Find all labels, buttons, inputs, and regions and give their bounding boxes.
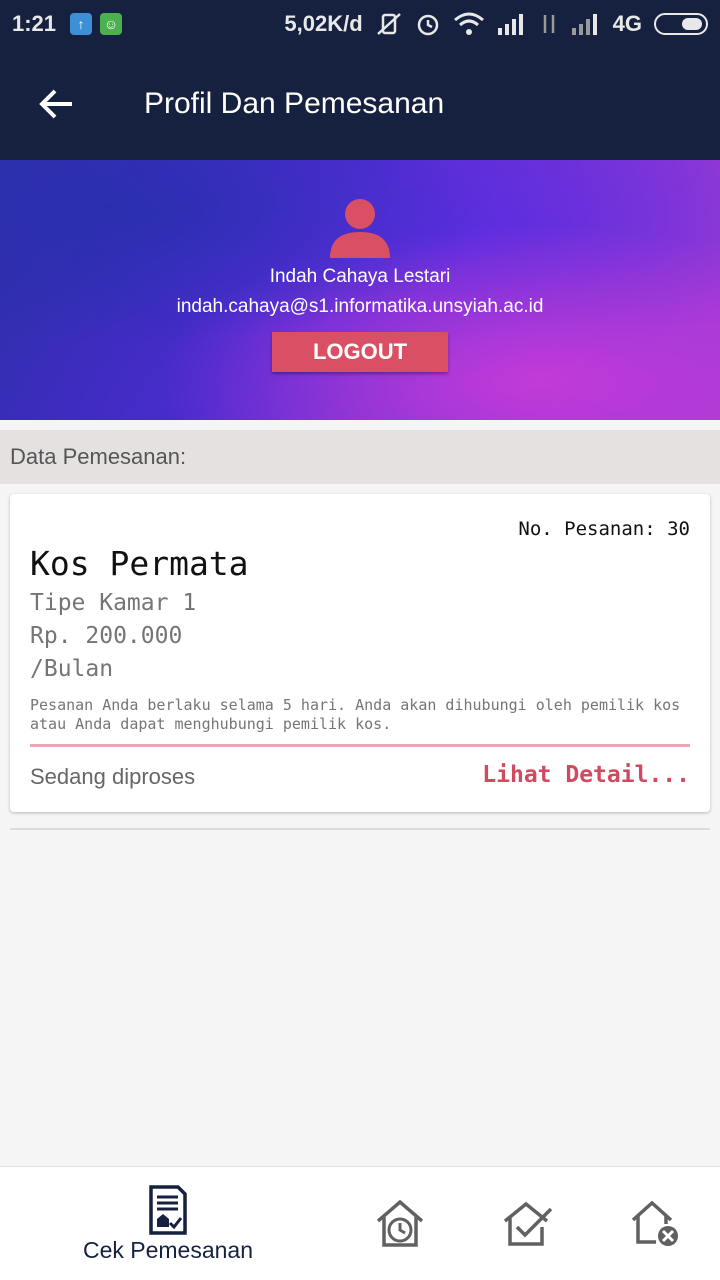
android-notification-icon: ☺ bbox=[100, 13, 123, 35]
room-type: Tipe Kamar 1 bbox=[30, 590, 197, 616]
page-title: Profil Dan Pemesanan bbox=[144, 87, 445, 120]
signal-icon bbox=[497, 14, 523, 35]
status-bar: 1:21 ↑ ☺ 5,02K/d 4G bbox=[0, 0, 720, 48]
alarm-icon bbox=[417, 14, 438, 36]
battery-icon bbox=[654, 13, 708, 35]
nav-item-cancelled[interactable] bbox=[616, 1167, 696, 1280]
house-cancel-icon bbox=[631, 1200, 678, 1246]
data-arrows-icon bbox=[543, 15, 554, 33]
app-bar: Profil Dan Pemesanan bbox=[0, 48, 720, 160]
card-divider bbox=[30, 744, 690, 747]
order-status: Sedang diproses bbox=[30, 764, 196, 789]
list-divider bbox=[10, 828, 710, 830]
order-note: Pesanan Anda berlaku selama 5 hari. Anda… bbox=[30, 696, 681, 733]
arrow-left-icon bbox=[39, 89, 72, 119]
bottom-navigation: Cek Pemesanan bbox=[0, 1166, 720, 1280]
network-speed: 5,02K/d bbox=[284, 11, 363, 36]
nav-label: Cek Pemesanan bbox=[82, 1236, 254, 1263]
section-title: Data Pemesanan: bbox=[0, 430, 720, 484]
house-check-icon bbox=[503, 1201, 553, 1246]
order-card[interactable]: No. Pesanan: 30 Kos Permata Tipe Kamar 1… bbox=[10, 494, 710, 812]
user-name: Indah Cahaya Lestari bbox=[269, 266, 451, 287]
logout-button[interactable]: LOGOUT bbox=[272, 332, 448, 372]
user-avatar-icon bbox=[330, 199, 390, 258]
price-period: /Bulan bbox=[30, 656, 114, 682]
signal-icon-2 bbox=[571, 14, 597, 35]
back-button[interactable] bbox=[0, 48, 112, 160]
user-email: indah.cahaya@s1.informatika.unsyiah.ac.i… bbox=[176, 296, 544, 317]
upload-notification-icon: ↑ bbox=[70, 13, 93, 35]
document-house-icon bbox=[149, 1184, 187, 1235]
nav-item-history[interactable] bbox=[360, 1167, 440, 1280]
vibrate-off-icon bbox=[376, 13, 401, 35]
profile-header: Indah Cahaya Lestari indah.cahaya@s1.inf… bbox=[0, 160, 720, 420]
order-number: No. Pesanan: 30 bbox=[518, 518, 690, 540]
price: Rp. 200.000 bbox=[30, 623, 183, 649]
kos-name: Kos Permata bbox=[30, 544, 249, 583]
house-clock-icon bbox=[376, 1199, 424, 1247]
view-detail-link[interactable]: Lihat Detail... bbox=[482, 762, 690, 788]
nav-item-confirmed[interactable] bbox=[488, 1167, 568, 1280]
network-type: 4G bbox=[612, 11, 642, 36]
wifi-icon bbox=[453, 12, 484, 35]
status-time: 1:21 bbox=[12, 11, 57, 36]
nav-item-cek-pemesanan[interactable]: Cek Pemesanan bbox=[48, 1167, 288, 1280]
